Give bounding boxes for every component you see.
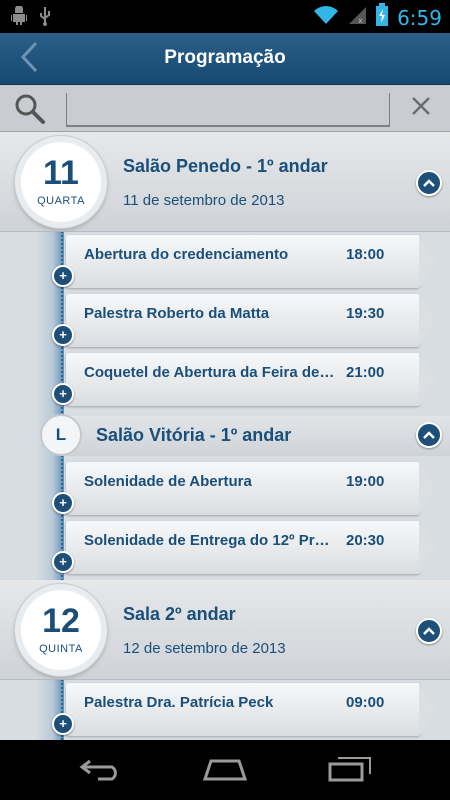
event-time: 09:00 [346,694,385,711]
event-row[interactable]: Solenidade de Abertura 19:00 + [0,460,450,517]
nav-recent-icon [328,756,372,787]
event-title: Solenidade de Entrega do 12º Pr… [84,532,330,549]
add-icon: + [59,327,67,342]
weekday-label: QUARTA [37,195,85,207]
nav-home-button[interactable] [195,754,255,788]
venue-title: Salão Penedo - 1º andar [123,156,328,176]
page-title: Programação [164,47,286,68]
collapse-button[interactable] [416,422,442,448]
add-event-button[interactable]: + [52,265,74,287]
event-row[interactable]: Palestra Roberto da Matta 19:30 + [0,292,450,349]
weekday-label: QUINTA [39,643,83,655]
event-title: Abertura do credenciamento [84,246,289,263]
event-time: 20:30 [346,532,385,549]
day-group-header[interactable]: 11 QUARTA Salão Penedo - 1º andar 11 de … [0,132,450,232]
venue-subheader[interactable]: L Salão Vitória - 1º andar [0,412,450,459]
schedule-list[interactable]: 11 QUARTA Salão Penedo - 1º andar 11 de … [0,132,450,740]
add-event-button[interactable]: + [52,492,74,514]
event-time: 21:00 [346,364,385,381]
date-badge: 12 QUINTA [15,584,107,676]
search-icon [14,93,46,130]
date-text: 11 de setembro de 2013 [123,192,285,209]
event-arrow [419,235,435,288]
event-row[interactable]: Abertura do credenciamento 18:00 + [0,233,450,290]
event-arrow [419,521,435,574]
add-icon: + [59,386,67,401]
android-debug-icon [10,5,28,31]
event-arrow [419,353,435,406]
venue-title: Salão Vitória - 1º andar [96,425,292,445]
add-event-button[interactable]: + [52,324,74,346]
event-title: Solenidade de Abertura [84,473,252,490]
collapse-icon [423,622,435,640]
event-row[interactable]: Palestra Dra. Patrícia Peck 09:00 + [0,681,450,738]
event-time: 19:30 [346,305,385,322]
event-arrow [419,683,435,736]
event-time: 18:00 [346,246,385,263]
event-row[interactable]: Coquetel de Abertura da Feira de… 21:00 … [0,351,450,408]
collapse-icon [423,174,435,192]
nav-recent-button[interactable] [320,754,380,788]
date-number: 11 [43,154,79,192]
event-title: Palestra Dra. Patrícia Peck [84,694,274,711]
venue-letter-badge: L [40,414,82,456]
event-title: Coquetel de Abertura da Feira de… [84,364,335,381]
battery-charging-icon [375,3,389,32]
usb-icon [38,6,52,31]
add-event-button[interactable]: + [52,713,74,735]
date-text: 12 de setembro de 2013 [123,640,286,657]
add-icon: + [59,268,67,283]
status-bar: x 6:59 [0,0,450,33]
event-title: Palestra Roberto da Matta [84,305,270,322]
collapse-button[interactable] [416,618,442,644]
nav-back-button[interactable] [70,754,130,788]
event-arrow [419,294,435,347]
collapse-button[interactable] [416,170,442,196]
system-nav-bar [0,740,450,800]
add-icon: + [59,716,67,731]
app-header: Programação [0,33,450,85]
collapse-icon [423,426,435,444]
nav-back-icon [78,757,122,786]
svg-text:x: x [358,16,363,25]
date-badge: 11 QUARTA [15,136,107,228]
wifi-icon [313,5,339,30]
clear-icon [410,97,432,121]
add-icon: + [59,495,67,510]
date-number: 12 [42,602,80,640]
nav-home-icon [201,757,249,786]
day-group-header[interactable]: 12 QUINTA Sala 2º andar 12 de setembro d… [0,580,450,680]
search-bar [0,85,450,132]
clock: 6:59 [397,5,442,30]
search-input[interactable] [66,93,390,127]
event-time: 19:00 [346,473,385,490]
event-row[interactable]: Solenidade de Entrega do 12º Pr… 20:30 + [0,519,450,576]
event-arrow [419,462,435,515]
add-icon: + [59,554,67,569]
signal-icon: x [347,5,367,30]
venue-title: Sala 2º andar [123,604,236,624]
clear-search-button[interactable] [410,95,432,122]
add-event-button[interactable]: + [52,383,74,405]
add-event-button[interactable]: + [52,551,74,573]
